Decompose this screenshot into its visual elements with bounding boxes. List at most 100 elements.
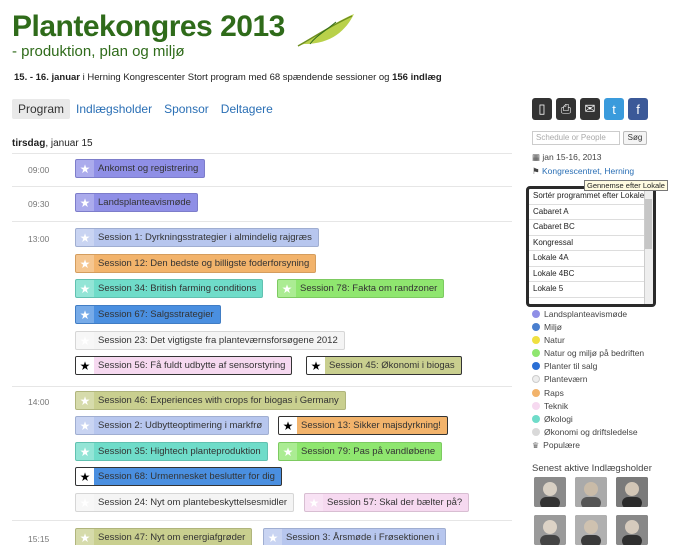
session-title: Landsplanteavismøde [98,197,191,208]
session-title: Session 57: Skal der bælter på? [327,497,463,508]
legend-label: Populære [543,440,581,450]
session-block[interactable]: ★ Session 24: Nyt om plantebeskyttelsesmi… [75,493,295,512]
star-icon[interactable]: ★ [76,443,94,460]
legend-item[interactable]: Økonomi og driftsledelse [532,427,638,437]
star-icon[interactable]: ★ [76,332,94,349]
session-block[interactable]: ★ Session 47: Nyt om energiafgrøder [75,528,253,545]
leaf-logo-icon [297,14,354,47]
session-block[interactable]: ★ Ankomst og registrering [75,159,206,178]
session-block[interactable]: ★ Session 78: Fakta om randzoner [277,279,445,298]
legend-dot [532,310,540,318]
session-title: Session 13: Sikker majsdyrkning! [301,420,441,431]
star-icon[interactable]: ★ [76,468,94,485]
flag-icon: ⚑ [532,166,540,176]
session-block[interactable]: ★ Session 46: Experiences with crops for … [75,391,346,410]
legend-item[interactable]: Teknik [532,401,568,411]
search-input[interactable]: Schedule or People [532,131,620,145]
session-title: Session 1: Dyrkningsstrategier i alminde… [98,232,312,243]
session-block[interactable]: ★ Session 34: British farming conditions [75,279,264,298]
star-icon[interactable]: ★ [76,229,94,246]
session-block[interactable]: ★ Session 45: Økonomi i biogas [306,356,462,375]
intro-text: i Herning Kongrescenter Stort program me… [80,72,393,83]
tab-indlaegsholder[interactable]: Indlægsholder [70,99,158,119]
star-icon[interactable]: ★ [278,280,296,297]
dropdown-scrollbar[interactable] [644,189,653,304]
session-block[interactable]: ★ Session 67: Salgsstrategier [75,305,221,324]
twitter-icon[interactable]: t [604,98,624,120]
avatar[interactable] [616,515,648,545]
star-icon[interactable]: ★ [76,255,94,272]
session-block[interactable]: ★ Session 23: Det vigtigste fra plantevær… [75,331,345,350]
mobile-icon[interactable]: ▯ [532,98,552,120]
email-icon[interactable]: ✉ [580,98,600,120]
scrollbar-thumb[interactable] [645,199,652,249]
dropdown-option[interactable]: Lokale 4BC [529,267,653,282]
room-dropdown[interactable]: Sortér programmet efter Lokale Cabaret A… [526,186,656,307]
legend-item[interactable]: Raps [532,388,564,398]
star-icon[interactable]: ★ [279,417,297,434]
session-block[interactable]: ★ Session 1: Dyrkningsstrategier i almind… [75,228,319,247]
dropdown-option[interactable]: Kongressal [529,236,653,251]
legend-item[interactable]: Natur og miljø på bedriften [532,348,644,358]
session-block[interactable]: ★ Landsplanteavismøde [75,193,198,212]
session-block[interactable]: ★ Session 56: Få fuldt udbytte af sensors… [75,356,293,375]
star-icon[interactable]: ★ [76,306,94,323]
star-icon[interactable]: ★ [264,529,282,545]
session-block[interactable]: ★ Session 79: Pas på vandløbene [278,442,443,461]
session-title: Session 68: Urmennesket beslutter for di… [98,471,275,482]
star-icon[interactable]: ★ [305,494,323,511]
legend-label: Økologi [544,414,573,424]
legend-item[interactable]: ♛ Populære [532,440,580,450]
facebook-icon[interactable]: f [628,98,648,120]
tab-program[interactable]: Program [12,99,71,119]
legend-dot [532,428,540,436]
star-icon[interactable]: ★ [76,529,94,545]
divider [12,221,512,222]
legend-label: Planteværn [544,374,588,384]
session-block[interactable]: ★ Session 13: Sikker majsdyrkning! [278,416,448,435]
avatar[interactable] [616,477,648,507]
tab-deltagere[interactable]: Deltagere [215,99,279,119]
legend-item[interactable]: Planteværn [532,374,587,384]
star-icon[interactable]: ★ [307,357,325,374]
legend-item[interactable]: Natur [532,335,565,345]
legend-item[interactable]: Miljø [532,322,562,332]
legend-dot [532,349,540,357]
location-link[interactable]: ⚑ Kongrescentret, Herning [532,166,634,177]
divider [12,386,512,387]
session-block[interactable]: ★ Session 3: Årsmøde i Frøsektionen i [263,528,447,545]
date-range-text: jan 15-16, 2013 [542,152,602,162]
print-icon[interactable]: ⎙ [556,98,576,120]
avatar[interactable] [575,477,607,507]
legend-item[interactable]: Planter til salg [532,361,597,371]
avatar[interactable] [534,515,566,545]
session-block[interactable]: ★ Session 2: Udbytteoptimering i markfrø [75,416,270,435]
avatar[interactable] [534,477,566,507]
star-icon[interactable]: ★ [76,417,94,434]
star-icon[interactable]: ★ [76,194,94,211]
session-block[interactable]: ★ Session 57: Skal der bælter på? [304,493,470,512]
legend-item[interactable]: Økologi [532,414,573,424]
star-icon[interactable]: ★ [76,494,94,511]
session-title: Session 23: Det vigtigste fra planteværn… [98,335,338,346]
session-block[interactable]: ★ Session 12: Den bedste og billigste fod… [75,254,317,273]
session-title: Session 56: Få fuldt udbytte af sensorst… [98,360,286,371]
dropdown-option[interactable]: Lokale 4A [529,251,653,267]
tab-sponsor[interactable]: Sponsor [158,99,215,119]
session-block[interactable]: ★ Session 68: Urmennesket beslutter for d… [75,467,282,486]
legend-item[interactable]: Landsplanteavismøde [532,309,627,319]
dropdown-option[interactable]: Sortér programmet efter Lokale [529,189,653,205]
dropdown-option[interactable]: Lokale 5 [529,282,653,298]
search-button[interactable]: Søg [623,131,647,145]
star-icon[interactable]: ★ [76,280,94,297]
star-icon[interactable]: ★ [76,357,94,374]
avatar[interactable] [575,515,607,545]
session-block[interactable]: ★ Session 35: Hightech planteproduktion [75,442,268,461]
star-icon[interactable]: ★ [279,443,297,460]
time-label: 13:00 [28,234,50,244]
dropdown-option[interactable]: Cabaret BC [529,220,653,236]
star-icon[interactable]: ★ [76,392,94,409]
dropdown-option[interactable]: Cabaret A [529,205,653,220]
star-icon[interactable]: ★ [76,160,94,177]
legend-label: Økonomi og driftsledelse [544,427,638,437]
